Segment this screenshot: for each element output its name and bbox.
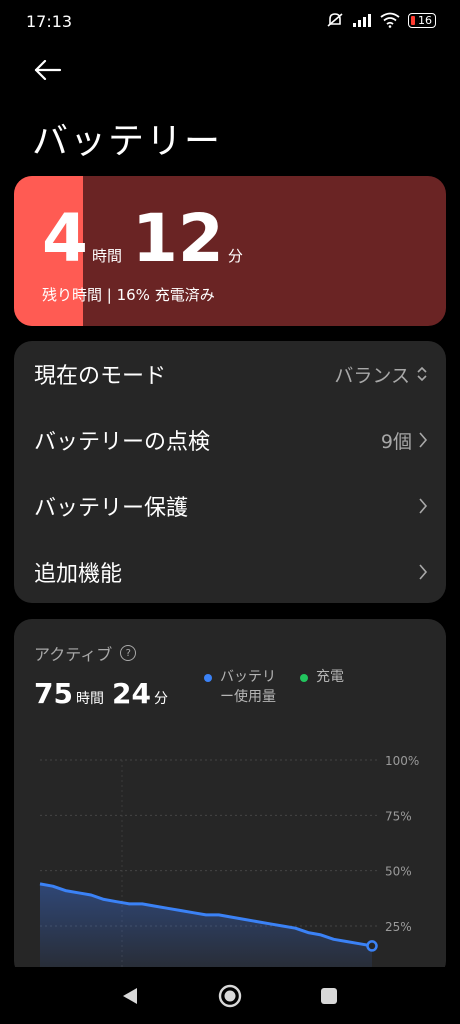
menu-item-value: バランス	[334, 364, 410, 387]
nav-back-button[interactable]	[117, 983, 143, 1009]
wifi-icon	[380, 12, 400, 28]
battery-subtitle: 残り時間 | 16% 充電済み	[42, 286, 215, 304]
back-button[interactable]	[30, 52, 66, 88]
chevron-right-icon	[419, 432, 428, 448]
remaining-minutes-unit: 分	[227, 247, 243, 265]
activity-card: アクティブ ? 75 時間 24 分 バッテリー使用量 充電 100% 75% 50…	[14, 619, 446, 979]
status-time: 17:13	[26, 12, 73, 31]
menu-item-battery-protection[interactable]: バッテリー保護	[14, 473, 446, 539]
battery-remaining-card[interactable]: 4 時間 12 分 残り時間 | 16% 充電済み	[14, 176, 446, 326]
y-tick-label: 100%	[385, 754, 419, 768]
remaining-hours-unit: 時間	[91, 247, 122, 265]
remaining-minutes: 12	[131, 200, 224, 277]
battery-percent-text: 16	[418, 13, 432, 27]
battery-usage-chart[interactable]: 100% 75% 50% 25%	[14, 619, 446, 979]
battery-usage-area	[40, 883, 372, 979]
status-bar: 17:13 16	[0, 0, 460, 44]
battery-status-icon: 16	[408, 12, 436, 28]
updown-chevron-icon	[417, 366, 427, 382]
y-tick-label: 75%	[385, 809, 412, 823]
y-tick-label: 50%	[385, 865, 412, 879]
menu-item-value: 9個	[380, 430, 412, 453]
menu-item-label: バッテリーの点検	[34, 430, 211, 455]
triangle-back-icon	[123, 988, 137, 1004]
square-recents-icon	[321, 988, 337, 1004]
menu-item-additional-features[interactable]: 追加機能	[14, 539, 446, 605]
nav-recents-button[interactable]	[316, 983, 342, 1009]
page-title: バッテリー	[32, 121, 223, 162]
navigation-bar	[0, 967, 460, 1024]
menu-item-label: 追加機能	[34, 562, 123, 587]
status-icons: 16	[326, 12, 436, 28]
chevron-right-icon	[419, 564, 428, 580]
remaining-hours: 4	[42, 200, 88, 277]
menu-item-battery-check[interactable]: バッテリーの点検 9個	[14, 407, 446, 473]
battery-remaining-time: 4 時間 12 分	[42, 206, 253, 272]
y-tick-label: 25%	[385, 920, 412, 934]
mute-vibrate-icon	[327, 13, 343, 27]
signal-icon	[353, 14, 371, 27]
home-circle-icon	[218, 984, 242, 1008]
chevron-right-icon	[419, 498, 428, 514]
nav-home-button[interactable]	[217, 983, 243, 1009]
menu-item-label: バッテリー保護	[34, 496, 189, 521]
current-point-marker	[366, 940, 378, 952]
menu-item-label: 現在のモード	[34, 364, 167, 389]
battery-settings-menu: 現在のモード バランス バッテリーの点検 9個 バッテリー保護 追加機能	[14, 341, 446, 603]
arrow-left-icon	[34, 60, 62, 80]
menu-item-current-mode[interactable]: 現在のモード バランス	[14, 341, 446, 407]
